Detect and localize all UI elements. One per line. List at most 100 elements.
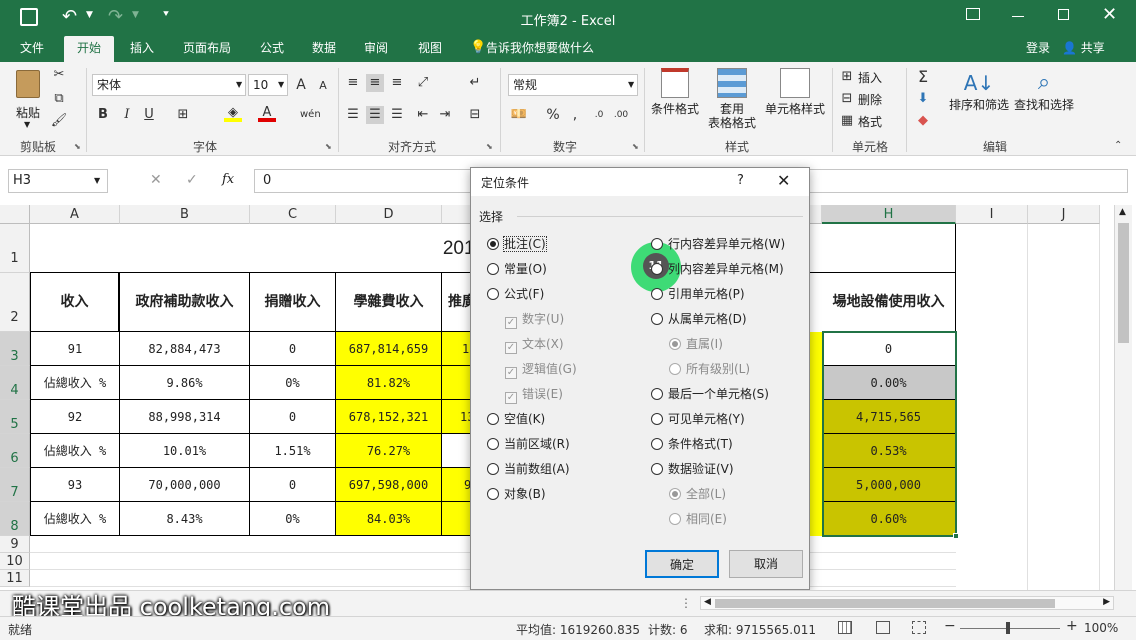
cell-b7[interactable]: 70,000,000 [120,468,250,502]
increase-decimal-icon[interactable]: .0 [590,106,608,124]
sort-filter-button[interactable]: A↓ 排序和筛选 [946,68,1012,112]
format-cells-icon[interactable]: ▦ [838,112,856,130]
find-select-button[interactable]: ⌕ 查找和选择 [1012,68,1076,112]
header-cell-h[interactable]: 場地設備使用收入 [822,273,956,332]
paste-button[interactable]: 粘贴 ▼ [10,68,46,129]
tab-file[interactable]: 文件 [8,36,56,62]
insert-cells-icon[interactable]: ⊞ [838,68,856,86]
delete-cells-icon[interactable]: ⊟ [838,90,856,108]
orientation-icon[interactable]: ⤢ [414,74,432,92]
cell-c3[interactable]: 0 [250,332,336,366]
cell-a7[interactable]: 93 [30,468,120,502]
decrease-font-icon[interactable]: A [314,77,332,95]
cell-b5[interactable]: 88,998,314 [120,400,250,434]
radio-right-2[interactable]: 引用单元格(P) [651,285,745,303]
row-header-1[interactable]: 1 [0,224,30,273]
cell-d8[interactable]: 84.03% [336,502,442,536]
underline-icon[interactable]: U [140,106,158,124]
cell-b4[interactable]: 9.86% [120,366,250,400]
radio-left-8[interactable]: 当前区域(R) [487,435,570,453]
cell-a3[interactable]: 91 [30,332,120,366]
cell-d5[interactable]: 678,152,321 [336,400,442,434]
cell-a8[interactable]: 佔總收入 % [30,502,120,536]
insert-function-icon[interactable]: fx [222,172,234,187]
row-header-11[interactable]: 11 [0,570,30,587]
name-box[interactable]: H3 [8,169,108,193]
close-icon[interactable]: ✕ [1102,4,1117,25]
header-cell-a[interactable]: 收入 [30,273,120,332]
column-header-j[interactable]: J [1028,205,1100,224]
align-top-icon[interactable]: ≡ [344,74,362,92]
column-header-i[interactable]: I [956,205,1028,224]
italic-icon[interactable]: I [118,106,136,124]
tab-review[interactable]: 审阅 [354,36,398,62]
fill-color-icon[interactable]: ◈ [224,104,242,122]
page-layout-view-icon[interactable] [876,621,890,634]
cell-a4[interactable]: 佔總收入 % [30,366,120,400]
format-as-table-button[interactable]: 套用 表格格式 [702,68,762,130]
comma-style-icon[interactable]: , [566,106,584,124]
increase-font-icon[interactable]: A [292,76,310,94]
cell-c4[interactable]: 0% [250,366,336,400]
wrap-text-icon[interactable]: ↵ [466,74,484,92]
tab-view[interactable]: 视图 [408,36,452,62]
cell-d4[interactable]: 81.82% [336,366,442,400]
insert-cells-button[interactable]: 插入 [858,71,882,85]
row-header-10[interactable]: 10 [0,553,30,570]
percent-icon[interactable]: % [544,106,562,124]
font-name-select[interactable]: 宋体 [92,74,246,96]
radio-right-3[interactable]: 从属单元格(D) [651,310,747,328]
zoom-out-icon[interactable]: − [944,618,956,634]
zoom-slider[interactable] [960,622,1060,634]
cell-styles-button[interactable]: 单元格样式 [764,68,826,116]
more-options-icon[interactable]: ⋮ [680,596,692,610]
radio-left-2[interactable]: 公式(F) [487,285,544,303]
scroll-thumb[interactable] [715,599,1055,608]
align-right-icon[interactable]: ☰ [388,106,406,124]
header-cell-c[interactable]: 捐贈收入 [250,273,336,332]
dialog-launcher-icon[interactable]: ⬊ [74,142,81,151]
number-format-select[interactable]: 常规 [508,74,638,96]
bold-icon[interactable]: B [94,106,112,124]
radio-left-1[interactable]: 常量(O) [487,260,547,278]
scroll-left-icon[interactable]: ◀ [704,597,711,607]
increase-indent-icon[interactable]: ⇥ [436,106,454,124]
minimize-icon[interactable] [1012,16,1024,17]
zoom-slider-thumb[interactable] [1006,622,1010,634]
format-cells-button[interactable]: 格式 [858,115,882,129]
vertical-scrollbar[interactable]: ▲ [1114,205,1132,590]
cell-b3[interactable]: 82,884,473 [120,332,250,366]
row-header-4[interactable]: 4 [0,366,30,400]
ribbon-display-icon[interactable] [966,8,980,20]
page-break-view-icon[interactable] [912,621,926,634]
align-left-icon[interactable]: ☰ [344,106,362,124]
format-painter-icon[interactable]: 🖌 [50,112,68,130]
tab-data[interactable]: 数据 [302,36,346,62]
decrease-indent-icon[interactable]: ⇤ [414,106,432,124]
align-middle-icon[interactable]: ≡ [366,74,384,92]
radio-left-9[interactable]: 当前数组(A) [487,460,570,478]
cancel-button[interactable]: 取消 [729,550,803,578]
scroll-right-icon[interactable]: ▶ [1103,597,1110,607]
radio-left-7[interactable]: 空值(K) [487,410,545,428]
row-header-6[interactable]: 6 [0,434,30,468]
tell-me-box[interactable]: 告诉我你想要做什么 [486,36,604,62]
border-icon[interactable]: ⊞ [174,106,192,124]
tab-formulas[interactable]: 公式 [250,36,294,62]
radio-right-1[interactable]: 列内容差异单元格(M) [651,260,784,278]
row-header-9[interactable]: 9 [0,536,30,553]
cancel-entry-icon[interactable]: ✕ [150,172,162,188]
radio-right-8[interactable]: 条件格式(T) [651,435,733,453]
delete-cells-button[interactable]: 删除 [858,93,882,107]
tab-page-layout[interactable]: 页面布局 [172,36,242,62]
column-header-c[interactable]: C [250,205,336,224]
cell-b6[interactable]: 10.01% [120,434,250,468]
dialog-titlebar[interactable]: 定位条件 ? ✕ [471,168,809,196]
cell-b8[interactable]: 8.43% [120,502,250,536]
clear-icon[interactable]: ◆ [914,112,932,130]
collapse-ribbon-icon[interactable]: ⌃ [1114,140,1122,151]
align-center-icon[interactable]: ☰ [366,106,384,124]
row-header-8[interactable]: 8 [0,502,30,536]
scroll-up-icon[interactable]: ▲ [1119,207,1126,217]
radio-right-9[interactable]: 数据验证(V) [651,460,734,478]
